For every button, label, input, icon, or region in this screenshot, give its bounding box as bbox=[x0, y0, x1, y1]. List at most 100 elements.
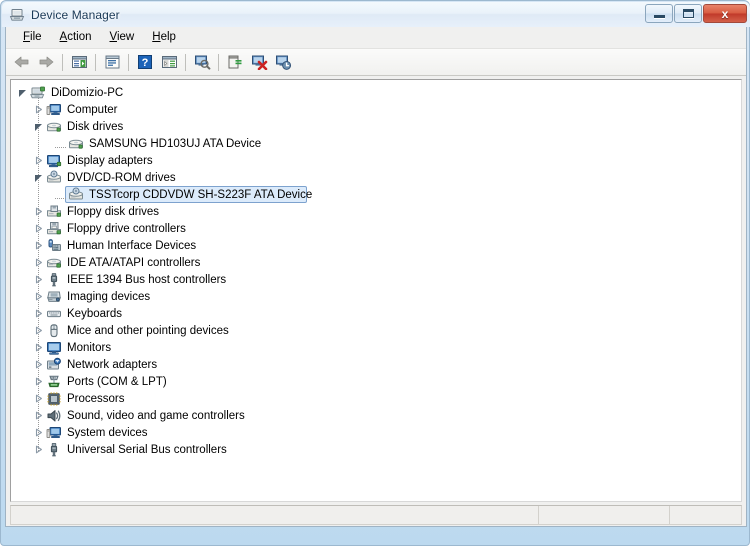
action-pane-icon bbox=[161, 56, 177, 68]
toolbar-separator bbox=[62, 53, 63, 71]
tree-item[interactable]: Ports (COM & LPT) bbox=[11, 373, 741, 390]
mouse-icon bbox=[46, 323, 62, 339]
expander-collapsed-icon[interactable] bbox=[33, 206, 44, 217]
expander-collapsed-icon[interactable] bbox=[33, 274, 44, 285]
update-driver-button[interactable] bbox=[223, 51, 247, 73]
help-button[interactable]: ? bbox=[133, 51, 157, 73]
status-segment-main bbox=[11, 506, 538, 524]
tree-item[interactable]: Network adapters bbox=[11, 356, 741, 373]
tree-item-label: Keyboards bbox=[67, 307, 122, 320]
device-manager-icon bbox=[9, 7, 25, 23]
sound-controller-icon bbox=[46, 408, 62, 424]
tree-item-label: IDE ATA/ATAPI controllers bbox=[67, 256, 201, 269]
expander-collapsed-icon[interactable] bbox=[33, 359, 44, 370]
toolbar-separator bbox=[95, 53, 96, 71]
expander-expanded-icon[interactable] bbox=[17, 87, 28, 98]
expander-empty bbox=[55, 189, 66, 200]
uninstall-device-button[interactable] bbox=[271, 51, 295, 73]
expander-expanded-icon[interactable] bbox=[33, 172, 44, 183]
tree-item-label: Sound, video and game controllers bbox=[67, 409, 245, 422]
tree-item[interactable]: SAMSUNG HD103UJ ATA Device bbox=[11, 135, 741, 152]
window-title: Device Manager bbox=[31, 7, 120, 22]
menu-action[interactable]: Action bbox=[51, 29, 101, 46]
tree-item[interactable]: DVD/CD-ROM drives bbox=[11, 169, 741, 186]
imaging-device-icon bbox=[46, 289, 62, 305]
usb-controller-icon bbox=[46, 442, 62, 458]
expander-collapsed-icon[interactable] bbox=[33, 342, 44, 353]
menu-help[interactable]: Help bbox=[143, 29, 185, 46]
tree-item-label: SAMSUNG HD103UJ ATA Device bbox=[89, 137, 262, 150]
expander-collapsed-icon[interactable] bbox=[33, 427, 44, 438]
tree-item[interactable]: Floppy drive controllers bbox=[11, 220, 741, 237]
disk-drive-icon bbox=[68, 136, 84, 152]
tree-item-label: Imaging devices bbox=[67, 290, 151, 303]
expander-collapsed-icon[interactable] bbox=[33, 393, 44, 404]
status-bar bbox=[10, 505, 742, 525]
tree-item[interactable]: System devices bbox=[11, 424, 741, 441]
expander-collapsed-icon[interactable] bbox=[33, 155, 44, 166]
disable-device-button[interactable] bbox=[247, 51, 271, 73]
tree-item[interactable]: Keyboards bbox=[11, 305, 741, 322]
tree-item[interactable]: Floppy disk drives bbox=[11, 203, 741, 220]
maximize-button[interactable] bbox=[674, 4, 702, 23]
expander-collapsed-icon[interactable] bbox=[33, 291, 44, 302]
toolbar-separator bbox=[128, 53, 129, 71]
scan-hardware-icon bbox=[194, 55, 210, 70]
show-hide-action-pane-button[interactable] bbox=[157, 51, 181, 73]
expander-empty bbox=[55, 138, 66, 149]
menu-view[interactable]: View bbox=[101, 29, 144, 46]
system-device-icon bbox=[46, 425, 62, 441]
properties-button[interactable] bbox=[100, 51, 124, 73]
close-icon: x bbox=[721, 6, 729, 21]
title-bar[interactable]: Device Manager x bbox=[2, 2, 750, 27]
back-button[interactable] bbox=[10, 51, 34, 73]
tree-item[interactable]: Disk drives bbox=[11, 118, 741, 135]
keyboard-icon bbox=[46, 306, 62, 322]
show-hide-console-tree-button[interactable] bbox=[67, 51, 91, 73]
scan-for-hardware-changes-button[interactable] bbox=[190, 51, 214, 73]
tree-item[interactable]: IDE ATA/ATAPI controllers bbox=[11, 254, 741, 271]
device-tree: DiDomizio-PC Computer Disk drives SAMSUNG H… bbox=[11, 80, 741, 458]
dvd-drive-icon bbox=[68, 187, 84, 203]
expander-collapsed-icon[interactable] bbox=[33, 376, 44, 387]
tree-item[interactable]: Mice and other pointing devices bbox=[11, 322, 741, 339]
tree-item[interactable]: DiDomizio-PC bbox=[11, 84, 741, 101]
toolbar-separator bbox=[218, 53, 219, 71]
tree-item[interactable]: Sound, video and game controllers bbox=[11, 407, 741, 424]
tree-item[interactable]: Human Interface Devices bbox=[11, 237, 741, 254]
expander-collapsed-icon[interactable] bbox=[33, 240, 44, 251]
tree-item-label: Computer bbox=[67, 103, 118, 116]
tree-item[interactable]: Imaging devices bbox=[11, 288, 741, 305]
menu-file[interactable]: File bbox=[14, 29, 51, 46]
close-button[interactable]: x bbox=[703, 4, 747, 23]
tree-item[interactable]: Processors bbox=[11, 390, 741, 407]
update-driver-icon bbox=[228, 55, 241, 69]
tree-item[interactable]: Display adapters bbox=[11, 152, 741, 169]
svg-text:?: ? bbox=[142, 57, 149, 69]
forward-button[interactable] bbox=[34, 51, 58, 73]
expander-collapsed-icon[interactable] bbox=[33, 325, 44, 336]
tree-item-label: Monitors bbox=[67, 341, 112, 354]
processor-icon bbox=[46, 391, 62, 407]
tree-item-label: Universal Serial Bus controllers bbox=[67, 443, 227, 456]
expander-collapsed-icon[interactable] bbox=[33, 410, 44, 421]
expander-collapsed-icon[interactable] bbox=[33, 223, 44, 234]
expander-collapsed-icon[interactable] bbox=[33, 308, 44, 319]
disable-device-icon bbox=[251, 55, 267, 70]
expander-collapsed-icon[interactable] bbox=[33, 444, 44, 455]
maximize-icon bbox=[682, 9, 694, 18]
tree-item[interactable]: Universal Serial Bus controllers bbox=[11, 441, 741, 458]
toolbar-separator bbox=[185, 53, 186, 71]
tree-item[interactable]: IEEE 1394 Bus host controllers bbox=[11, 271, 741, 288]
ieee1394-icon bbox=[46, 272, 62, 288]
tree-item[interactable]: Computer bbox=[11, 101, 741, 118]
tree-item[interactable]: Monitors bbox=[11, 339, 741, 356]
tree-item-label: Disk drives bbox=[67, 120, 124, 133]
tree-item-selected[interactable]: TSSTcorp CDDVDW SH-S223F ATA Device bbox=[11, 186, 741, 203]
device-tree-pane[interactable]: DiDomizio-PC Computer Disk drives SAMSUNG H… bbox=[10, 79, 742, 502]
tree-item-label: System devices bbox=[67, 426, 148, 439]
expander-expanded-icon[interactable] bbox=[33, 121, 44, 132]
expander-collapsed-icon[interactable] bbox=[33, 104, 44, 115]
minimize-button[interactable] bbox=[645, 4, 673, 23]
expander-collapsed-icon[interactable] bbox=[33, 257, 44, 268]
